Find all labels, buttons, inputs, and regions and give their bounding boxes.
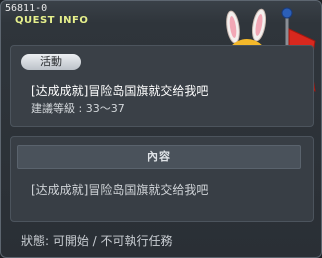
quest-name: [达成成就]冒险岛国旗就交给我吧 [31, 84, 209, 98]
quest-id: 56811-0 [5, 3, 48, 14]
content-header: 內容 [17, 145, 301, 169]
quest-info-window: 56811-0 QUEST INFO 活動 [达成成就]冒险岛国旗就交给我吧 建… [0, 0, 322, 258]
window-title: QUEST INFO [15, 15, 89, 26]
level-requirement: 建議等級 : 33〜37 [31, 102, 125, 115]
quest-status: 狀態: 可開始 / 不可執行任務 [21, 234, 173, 248]
content-text: [达成成就]冒险岛国旗就交给我吧 [31, 183, 209, 197]
quest-content-panel: 內容 [达成成就]冒险岛国旗就交给我吧 [10, 136, 314, 222]
activity-tag: 活動 [21, 54, 81, 70]
quest-summary-panel: 活動 [达成成就]冒险岛国旗就交给我吧 建議等級 : 33〜37 [10, 45, 314, 127]
